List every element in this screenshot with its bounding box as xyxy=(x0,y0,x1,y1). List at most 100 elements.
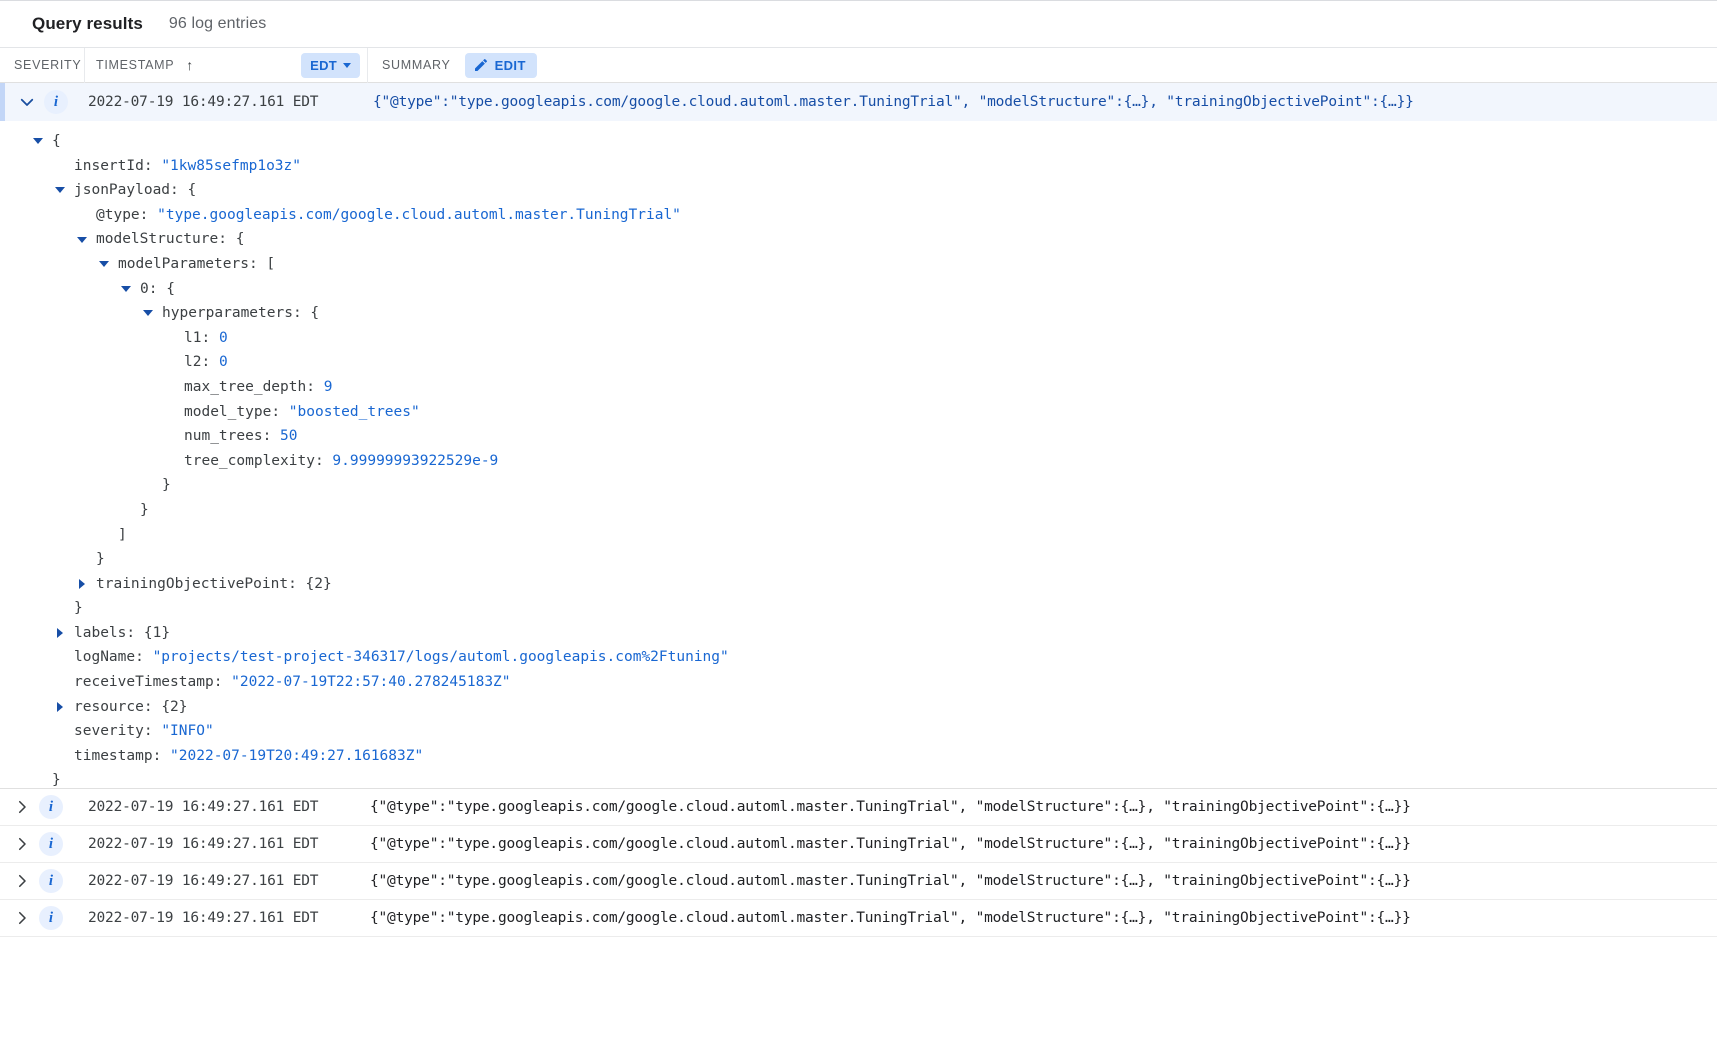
log-entry-row[interactable]: i2022-07-19 16:49:27.161 EDT{"@type":"ty… xyxy=(0,789,1717,826)
chevron-right-icon[interactable] xyxy=(74,579,90,589)
json-tree-line: receiveTimestamp: "2022-07-19T22:57:40.2… xyxy=(0,670,1717,695)
json-tree-line: { xyxy=(0,129,1717,154)
json-separator: : xyxy=(263,428,280,444)
chevron-right-icon[interactable] xyxy=(11,907,33,929)
log-entry-timestamp: 2022-07-19 16:49:27.161 EDT xyxy=(80,94,373,110)
severity-info-icon[interactable]: i xyxy=(39,906,63,930)
json-tree-line: hyperparameters: { xyxy=(0,301,1717,326)
chevron-right-icon[interactable] xyxy=(11,796,33,818)
json-value: } xyxy=(96,551,105,567)
chevron-down-icon[interactable] xyxy=(30,138,46,144)
json-value: "2022-07-19T20:49:27.161683Z" xyxy=(170,748,423,764)
json-tree-line: ] xyxy=(0,523,1717,548)
chevron-right-icon[interactable] xyxy=(11,833,33,855)
json-separator: : xyxy=(271,404,288,420)
json-value: { xyxy=(236,231,245,247)
json-value: } xyxy=(74,600,83,616)
column-header-timestamp-label: TIMESTAMP xyxy=(96,58,174,72)
edit-summary-fields-button[interactable]: EDIT xyxy=(465,53,537,78)
json-key: logName xyxy=(74,649,135,665)
json-tree-line: tree_complexity: 9.99999993922529e-9 xyxy=(0,449,1717,474)
json-key: hyperparameters xyxy=(162,305,293,321)
json-value: 9 xyxy=(324,379,333,395)
json-tree-entry: modelStructure: { xyxy=(96,227,244,252)
chevron-down-icon[interactable] xyxy=(74,237,90,243)
row-toggle-cell: i xyxy=(0,826,80,862)
json-value: { xyxy=(310,305,319,321)
json-key: @type xyxy=(96,207,140,223)
json-tree-entry: l2: 0 xyxy=(184,350,228,375)
json-key: tree_complexity xyxy=(184,453,315,469)
json-tree-line: timestamp: "2022-07-19T20:49:27.161683Z" xyxy=(0,744,1717,769)
json-value: { xyxy=(166,281,175,297)
json-tree-entry: l1: 0 xyxy=(184,326,228,351)
chevron-right-icon[interactable] xyxy=(52,628,68,638)
json-separator: : xyxy=(288,576,305,592)
json-separator: : xyxy=(249,256,266,272)
json-value: 9.99999993922529e-9 xyxy=(332,453,498,469)
timezone-selector-button[interactable]: EDT xyxy=(301,53,360,78)
json-key: jsonPayload xyxy=(74,182,170,198)
log-entry-row[interactable]: i2022-07-19 16:49:27.161 EDT{"@type":"ty… xyxy=(0,900,1717,937)
json-key: insertId xyxy=(74,158,144,174)
log-entry-json-tree: {insertId: "1kw85sefmp1o3z"jsonPayload: … xyxy=(0,121,1717,789)
column-header-summary: SUMMARY EDIT xyxy=(368,48,1717,83)
chevron-down-icon[interactable] xyxy=(52,187,68,193)
sort-ascending-icon[interactable]: ↑ xyxy=(186,58,194,72)
json-tree-line: insertId: "1kw85sefmp1o3z" xyxy=(0,154,1717,179)
json-value: [ xyxy=(266,256,275,272)
json-tree-entry: } xyxy=(162,473,171,498)
chevron-down-icon[interactable] xyxy=(16,91,38,113)
json-tree-entry: receiveTimestamp: "2022-07-19T22:57:40.2… xyxy=(74,670,511,695)
severity-info-icon[interactable]: i xyxy=(39,869,63,893)
query-results-panel: Query results 96 log entries SEVERITY TI… xyxy=(0,0,1717,1041)
json-value: {1} xyxy=(144,625,170,641)
row-toggle-cell: i xyxy=(0,900,80,936)
column-header-severity-label: SEVERITY xyxy=(14,58,81,72)
json-tree-entry: labels: {1} xyxy=(74,621,170,646)
column-header-timestamp[interactable]: TIMESTAMP ↑ EDT xyxy=(85,48,368,83)
log-entry-summary: {"@type":"type.googleapis.com/google.clo… xyxy=(373,94,1717,110)
json-tree-line: max_tree_depth: 9 xyxy=(0,375,1717,400)
row-toggle-cell: i xyxy=(0,863,80,899)
pencil-icon xyxy=(473,57,489,73)
chevron-right-icon[interactable] xyxy=(11,870,33,892)
log-entry-row-selected[interactable]: i 2022-07-19 16:49:27.161 EDT {"@type":"… xyxy=(0,83,1717,121)
severity-info-icon[interactable]: i xyxy=(39,832,63,856)
json-separator: : xyxy=(315,453,332,469)
row-toggle-cell: i xyxy=(0,789,80,825)
log-entry-list: i2022-07-19 16:49:27.161 EDT{"@type":"ty… xyxy=(0,789,1717,937)
log-entry-timestamp: 2022-07-19 16:49:27.161 EDT xyxy=(80,799,370,815)
chevron-down-icon[interactable] xyxy=(140,310,156,316)
chevron-right-icon[interactable] xyxy=(52,702,68,712)
json-tree-entry: insertId: "1kw85sefmp1o3z" xyxy=(74,154,301,179)
json-key: max_tree_depth xyxy=(184,379,306,395)
json-key: timestamp xyxy=(74,748,153,764)
chevron-down-icon[interactable] xyxy=(118,286,134,292)
severity-info-icon[interactable]: i xyxy=(44,90,68,114)
json-tree-line: jsonPayload: { xyxy=(0,178,1717,203)
json-value: } xyxy=(52,772,61,788)
chevron-down-icon[interactable] xyxy=(96,261,112,267)
json-tree-line: trainingObjectivePoint: {2} xyxy=(0,572,1717,597)
json-tree-line: } xyxy=(0,596,1717,621)
json-tree-entry: logName: "projects/test-project-346317/l… xyxy=(74,645,729,670)
json-separator: : xyxy=(214,674,231,690)
json-tree-line: model_type: "boosted_trees" xyxy=(0,400,1717,425)
log-entry-row[interactable]: i2022-07-19 16:49:27.161 EDT{"@type":"ty… xyxy=(0,826,1717,863)
severity-info-icon[interactable]: i xyxy=(39,795,63,819)
json-tree-line: logName: "projects/test-project-346317/l… xyxy=(0,645,1717,670)
log-entry-timestamp: 2022-07-19 16:49:27.161 EDT xyxy=(80,910,370,926)
log-entry-row[interactable]: i2022-07-19 16:49:27.161 EDT{"@type":"ty… xyxy=(0,863,1717,900)
timezone-label: EDT xyxy=(310,58,337,73)
json-tree-line: l1: 0 xyxy=(0,326,1717,351)
json-value: } xyxy=(162,477,171,493)
json-separator: : xyxy=(144,158,161,174)
json-tree-entry: resource: {2} xyxy=(74,695,188,720)
json-separator: : xyxy=(140,207,157,223)
json-value: 0 xyxy=(219,354,228,370)
json-tree-entry: num_trees: 50 xyxy=(184,424,298,449)
column-header-severity[interactable]: SEVERITY xyxy=(0,48,85,83)
json-tree-line: 0: { xyxy=(0,277,1717,302)
json-value: "projects/test-project-346317/logs/autom… xyxy=(153,649,729,665)
